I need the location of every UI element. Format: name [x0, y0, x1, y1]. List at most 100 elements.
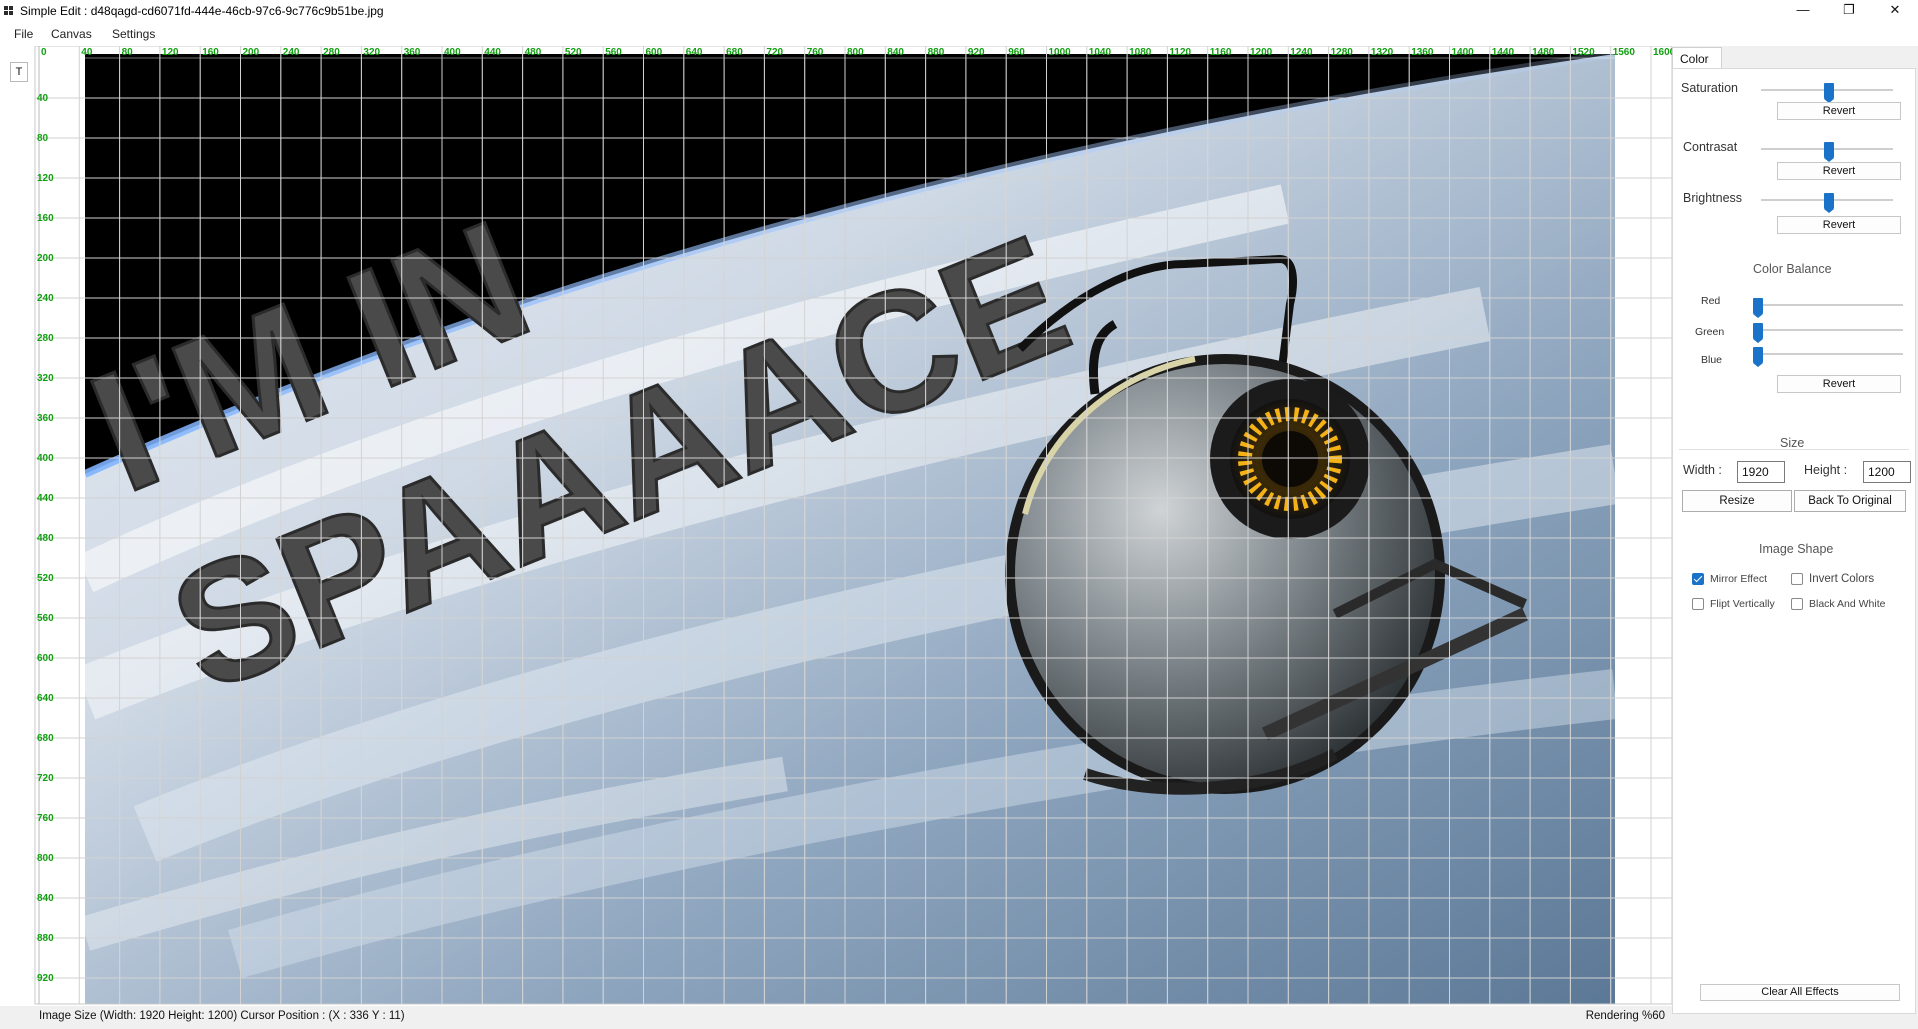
- color-balance-title: Color Balance: [1753, 262, 1832, 276]
- blue-label: Blue: [1701, 354, 1723, 366]
- ruler-tick-label-x: 1520: [1572, 47, 1595, 58]
- ruler-tick-label-y: 400: [37, 453, 54, 464]
- clear-all-effects-button[interactable]: Clear All Effects: [1700, 984, 1900, 1001]
- ruler-tick-label-x: 1080: [1129, 47, 1152, 58]
- ruler-tick-label-x: 1280: [1331, 47, 1354, 58]
- ruler-tick-label-y: 240: [37, 293, 54, 304]
- saturation-revert-button[interactable]: Revert: [1777, 102, 1901, 120]
- ruler-tick-label-y: 480: [37, 533, 54, 544]
- maximize-button[interactable]: ❐: [1826, 0, 1872, 22]
- ruler-tick-label-x: 600: [646, 47, 663, 58]
- mirror-effect-checkbox[interactable]: [1692, 573, 1704, 585]
- ruler-tick-label-x: 360: [404, 47, 421, 58]
- ruler-tick-label-x: 400: [444, 47, 461, 58]
- minimize-button[interactable]: —: [1780, 0, 1826, 22]
- ruler-tick-label-x: 1120: [1169, 47, 1191, 58]
- ruler-tick-label-x: 960: [1008, 47, 1025, 58]
- close-button[interactable]: ✕: [1872, 0, 1918, 22]
- status-info: Image Size (Width: 1920 Height: 1200) Cu…: [39, 1010, 405, 1022]
- ruler-tick-label-y: 360: [37, 413, 54, 424]
- red-slider[interactable]: [1753, 298, 1903, 318]
- ruler-tick-label-x: 40: [81, 47, 93, 58]
- ruler-tick-label-y: 560: [37, 613, 54, 624]
- ruler-tick-label-x: 1240: [1290, 47, 1313, 58]
- brightness-slider[interactable]: [1761, 193, 1893, 213]
- width-label: Width :: [1683, 463, 1722, 477]
- menu-canvas[interactable]: Canvas: [51, 27, 92, 41]
- green-slider[interactable]: [1753, 323, 1903, 343]
- color-balance-revert-button[interactable]: Revert: [1777, 375, 1901, 393]
- color-panel: Saturation Revert Contrasat Revert Brigh…: [1672, 68, 1916, 1014]
- size-title: Size: [1780, 436, 1805, 450]
- green-label: Green: [1695, 326, 1725, 338]
- ruler-tick-label-y: 720: [37, 773, 54, 784]
- contrast-revert-button[interactable]: Revert: [1777, 162, 1901, 180]
- height-input[interactable]: 1200: [1863, 461, 1911, 483]
- ruler-tick-label-y: 800: [37, 853, 54, 864]
- rendering-status: Rendering %60: [1585, 1010, 1665, 1022]
- brightness-label: Brightness: [1683, 191, 1743, 205]
- menu-bar: File Canvas Settings: [0, 22, 1918, 46]
- ruler-tick-label-x: 440: [484, 47, 501, 58]
- ruler-tick-label-y: 680: [37, 733, 54, 744]
- resize-button[interactable]: Resize: [1682, 490, 1792, 512]
- top-ruler: 0 40 80 120 160 200 240 280 320 360 400 440 480 520 56…: [34, 46, 1672, 1005]
- ruler-tick-label-x: 1000: [1049, 47, 1072, 58]
- ruler-tick-label-x: 240: [283, 47, 300, 58]
- menu-settings[interactable]: Settings: [112, 27, 155, 41]
- contrast-label: Contrasat: [1683, 140, 1738, 154]
- ruler-tick-label-x: 0: [41, 47, 47, 58]
- title-bar: Simple Edit : d48qagd-cd6071fd-444e-46cb…: [0, 0, 1918, 22]
- saturation-slider[interactable]: [1761, 83, 1893, 103]
- height-label: Height :: [1804, 463, 1848, 477]
- ruler-tick-label-x: 160: [202, 47, 219, 58]
- back-to-original-button[interactable]: Back To Original: [1794, 490, 1906, 512]
- ruler-tick-label-y: 880: [37, 933, 54, 944]
- red-label: Red: [1701, 295, 1721, 307]
- ruler-tick-label-x: 760: [807, 47, 824, 58]
- ruler-tick-label-x: 1360: [1411, 47, 1434, 58]
- ruler-tick-label-x: 1600: [1653, 47, 1672, 58]
- ruler-tick-label-x: 1440: [1492, 47, 1515, 58]
- ruler-tick-label-x: 840: [887, 47, 904, 58]
- ruler-tick-label-x: 120: [162, 47, 179, 58]
- black-and-white-checkbox[interactable]: [1791, 598, 1803, 610]
- ruler-tick-label-y: 760: [37, 813, 54, 824]
- ruler-tick-label-x: 1160: [1210, 47, 1232, 58]
- menu-file[interactable]: File: [14, 27, 33, 41]
- ruler-tick-label-x: 720: [766, 47, 783, 58]
- flip-vertically-checkbox[interactable]: [1692, 598, 1704, 610]
- blue-slider[interactable]: [1753, 347, 1903, 367]
- ruler-tick-label-x: 200: [243, 47, 260, 58]
- saturation-label: Saturation: [1681, 81, 1738, 95]
- ruler-tick-label-x: 280: [323, 47, 340, 58]
- mirror-effect-label: Mirror Effect: [1710, 573, 1767, 585]
- image-shape-title: Image Shape: [1759, 542, 1834, 556]
- contrast-slider[interactable]: [1761, 142, 1893, 162]
- invert-colors-label: Invert Colors: [1809, 573, 1875, 585]
- ruler-tick-label-y: 640: [37, 693, 54, 704]
- ruler-tick-label-x: 1480: [1532, 47, 1555, 58]
- ruler-tick-label-y: 280: [37, 333, 54, 344]
- ruler-tick-label-x: 1320: [1371, 47, 1394, 58]
- ruler-tick-label-y: 40: [37, 93, 49, 104]
- ruler-tick-label-x: 320: [363, 47, 380, 58]
- ruler-tick-label-x: 800: [847, 47, 864, 58]
- tab-color[interactable]: Color: [1672, 47, 1722, 69]
- ruler-tick-label-x: 1200: [1250, 47, 1273, 58]
- window-title: Simple Edit : d48qagd-cd6071fd-444e-46cb…: [20, 4, 384, 18]
- rulers: 0 40 80 120 160 200 240 280 320 360 400 440 480 520 56…: [34, 46, 1672, 1005]
- ruler-tick-label-y: 160: [37, 213, 54, 224]
- ruler-tick-label-x: 640: [686, 47, 703, 58]
- ruler-tick-label-x: 80: [122, 47, 134, 58]
- ruler-tick-label-y: 840: [37, 893, 54, 904]
- black-and-white-label: Black And White: [1809, 598, 1886, 610]
- ruler-tick-label-y: 520: [37, 573, 54, 584]
- brightness-revert-button[interactable]: Revert: [1777, 216, 1901, 234]
- ruler-tick-label-x: 560: [605, 47, 622, 58]
- ruler-tick-label-x: 1400: [1452, 47, 1475, 58]
- app-icon: [4, 6, 15, 15]
- invert-colors-checkbox[interactable]: [1791, 573, 1803, 585]
- width-input[interactable]: 1920: [1737, 461, 1785, 483]
- ruler-tick-label-x: 1040: [1089, 47, 1112, 58]
